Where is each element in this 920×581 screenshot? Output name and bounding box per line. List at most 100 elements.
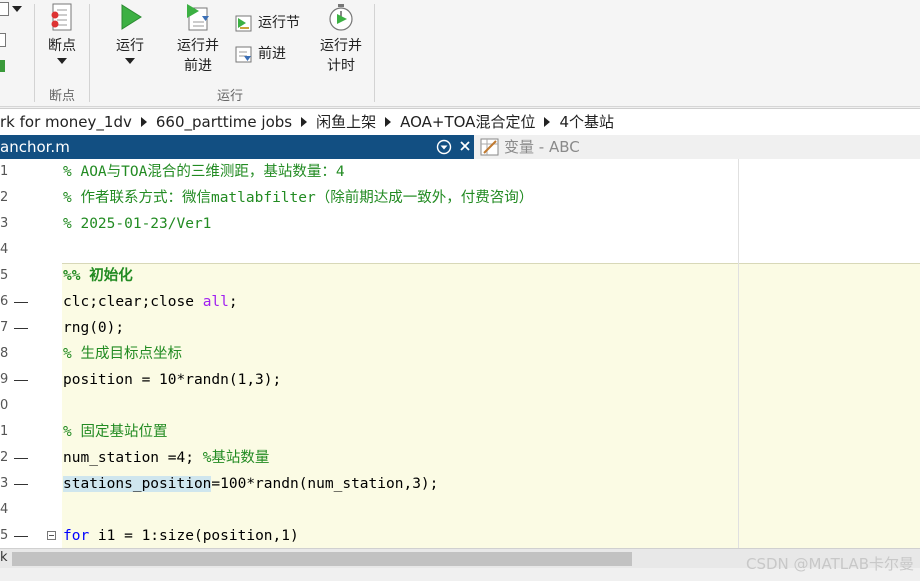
code-line[interactable]: 3 stations_position=100*randn(num_statio…	[0, 471, 920, 497]
line-number: 6	[0, 294, 9, 309]
run-and-advance-icon	[187, 4, 209, 31]
code-line[interactable]: 8 % 生成目标点坐标	[0, 341, 920, 367]
close-icon[interactable]	[457, 138, 473, 154]
run-section-button[interactable]: 运行节	[234, 12, 300, 34]
code-token: num_station =4;	[63, 450, 203, 466]
code-line[interactable]: 0	[0, 393, 920, 419]
chevron-right-icon[interactable]	[544, 117, 551, 127]
run-and-time-label-2: 计时	[327, 58, 355, 74]
code-line[interactable]: 5 %% 初始化	[0, 263, 920, 289]
code-token: for	[63, 528, 90, 544]
run-button[interactable]: 运行	[106, 2, 154, 64]
code-line[interactable]: 6 clc;clear;close all;	[0, 289, 920, 315]
run-section-label: 运行节	[258, 15, 300, 31]
code-line[interactable]: 4	[0, 237, 920, 263]
code-text: rng(0);	[63, 320, 125, 336]
code-line[interactable]: 4	[0, 497, 920, 523]
run-group: 运行 运行并 前进 运行节 前进 运行并 计时 运行	[90, 0, 375, 106]
code-token: clc;clear;close	[63, 294, 203, 310]
line-number: 0	[0, 398, 9, 413]
breakpoint-dash[interactable]	[14, 328, 28, 329]
tab-label: anchor.m	[0, 138, 70, 156]
breakpoint-dash[interactable]	[14, 458, 28, 459]
breakpoint-dash[interactable]	[14, 302, 28, 303]
breadcrumb-item[interactable]: 660_parttime jobs	[156, 109, 292, 135]
tab-variable-abc[interactable]: 变量 - ABC	[478, 135, 920, 159]
tab-menu-icon[interactable]	[436, 139, 452, 155]
code-text: % 作者联系方式：微信matlabfilter（除前期达成一致外，付费咨询）	[63, 190, 534, 206]
run-button-label: 运行	[116, 38, 144, 54]
run-and-time-label-1: 运行并	[320, 38, 362, 54]
line-number: 4	[0, 502, 9, 517]
toolstrip: 断点 断点 运行 运行并 前进 运行节 前进 运行并 计时 运行	[0, 0, 920, 107]
partial-icon-2[interactable]	[0, 33, 6, 47]
tab-strip: anchor.m 变量 - ABC	[0, 135, 920, 159]
breadcrumb-item[interactable]: 4个基站	[559, 109, 614, 135]
breadcrumb-item[interactable]: rk for money_1dv	[0, 109, 132, 135]
stopwatch-icon	[329, 4, 353, 31]
watermark: CSDN @MATLAB卡尔曼	[746, 555, 914, 573]
code-line[interactable]: 1 % AOA与TOA混合的三维测距，基站数量：4	[0, 159, 920, 185]
code-text: position = 10*randn(1,3);	[63, 372, 282, 388]
address-bar[interactable]: rk for money_1dv 660_parttime jobs 闲鱼上架 AOA…	[0, 108, 920, 136]
breadcrumb-item[interactable]: AOA+TOA混合定位	[400, 109, 535, 135]
code-text: for i1 = 1:size(position,1)	[63, 523, 299, 548]
advance-label: 前进	[258, 46, 286, 62]
code-line[interactable]: 3 % 2025-01-23/Ver1	[0, 211, 920, 237]
chevron-right-icon[interactable]	[385, 117, 392, 127]
code-line[interactable]: 1 % 固定基站位置	[0, 419, 920, 445]
code-text: clc;clear;close all;	[63, 289, 238, 315]
highlighted-variable[interactable]: stations_position	[63, 476, 212, 492]
partial-icon[interactable]	[0, 2, 9, 16]
code-line[interactable]: 2 num_station =4; %基站数量	[0, 445, 920, 471]
code-text: % AOA与TOA混合的三维测距，基站数量：4	[63, 164, 345, 180]
line-number: 2	[0, 190, 9, 205]
breakpoints-button-label: 断点	[48, 38, 76, 54]
tab-anchor-m[interactable]: anchor.m	[0, 135, 474, 159]
advance-button[interactable]: 前进	[234, 43, 286, 65]
code-token: ;	[228, 294, 238, 310]
cell-title: %% 初始化	[63, 268, 133, 284]
variable-editor-icon	[480, 138, 499, 156]
run-and-time-button[interactable]: 运行并 计时	[314, 2, 368, 76]
breakpoints-button[interactable]: 断点	[35, 2, 89, 64]
line-number: 2	[0, 450, 9, 465]
line-number: 8	[0, 346, 9, 361]
code-token: =100*randn(num_station,3);	[211, 476, 439, 492]
line-number: 7	[0, 320, 9, 335]
code-editor[interactable]: 1 % AOA与TOA混合的三维测距，基站数量：4 2 % 作者联系方式：微信m…	[0, 159, 920, 548]
code-text: % 固定基站位置	[63, 424, 168, 440]
fold-toggle-icon[interactable]	[47, 531, 56, 540]
scrollbar-thumb[interactable]	[12, 552, 632, 566]
code-token: %基站数量	[202, 450, 270, 466]
breakpoints-group-label: 断点	[48, 89, 75, 104]
advance-icon	[235, 46, 252, 63]
code-line[interactable]: 5 for i1 = 1:size(position,1)	[0, 523, 920, 548]
run-icon	[121, 4, 142, 30]
code-line[interactable]: 9 position = 10*randn(1,3);	[0, 367, 920, 393]
code-text: % 2025-01-23/Ver1	[63, 216, 212, 232]
breadcrumb-item[interactable]: 闲鱼上架	[316, 109, 376, 135]
partial-add-icon[interactable]	[0, 60, 5, 72]
breakpoints-group: 断点 断点	[35, 0, 89, 106]
line-number: 3	[0, 476, 9, 491]
run-and-advance-label-2: 前进	[184, 58, 212, 74]
chevron-right-icon[interactable]	[301, 117, 308, 127]
code-line[interactable]: 7 rng(0);	[0, 315, 920, 341]
chevron-right-icon[interactable]	[140, 117, 147, 127]
run-and-advance-button[interactable]: 运行并 前进	[172, 2, 224, 76]
breakpoint-dash[interactable]	[14, 484, 28, 485]
chevron-down-icon[interactable]	[12, 6, 22, 12]
breakpoint-dash[interactable]	[14, 536, 28, 537]
code-line[interactable]: 2 % 作者联系方式：微信matlabfilter（除前期达成一致外，付费咨询）	[0, 185, 920, 211]
code-token: all	[202, 294, 229, 310]
run-section-icon	[235, 15, 252, 32]
run-and-advance-label-1: 运行并	[177, 38, 219, 54]
chevron-down-icon	[125, 58, 135, 64]
line-number: 1	[0, 164, 9, 179]
line-number: 4	[0, 242, 9, 257]
breakpoint-dash[interactable]	[14, 380, 28, 381]
code-token: i1 = 1:size(position,1)	[89, 528, 299, 544]
tab-label: 变量 - ABC	[504, 138, 580, 156]
partial-file-group	[0, 0, 34, 106]
